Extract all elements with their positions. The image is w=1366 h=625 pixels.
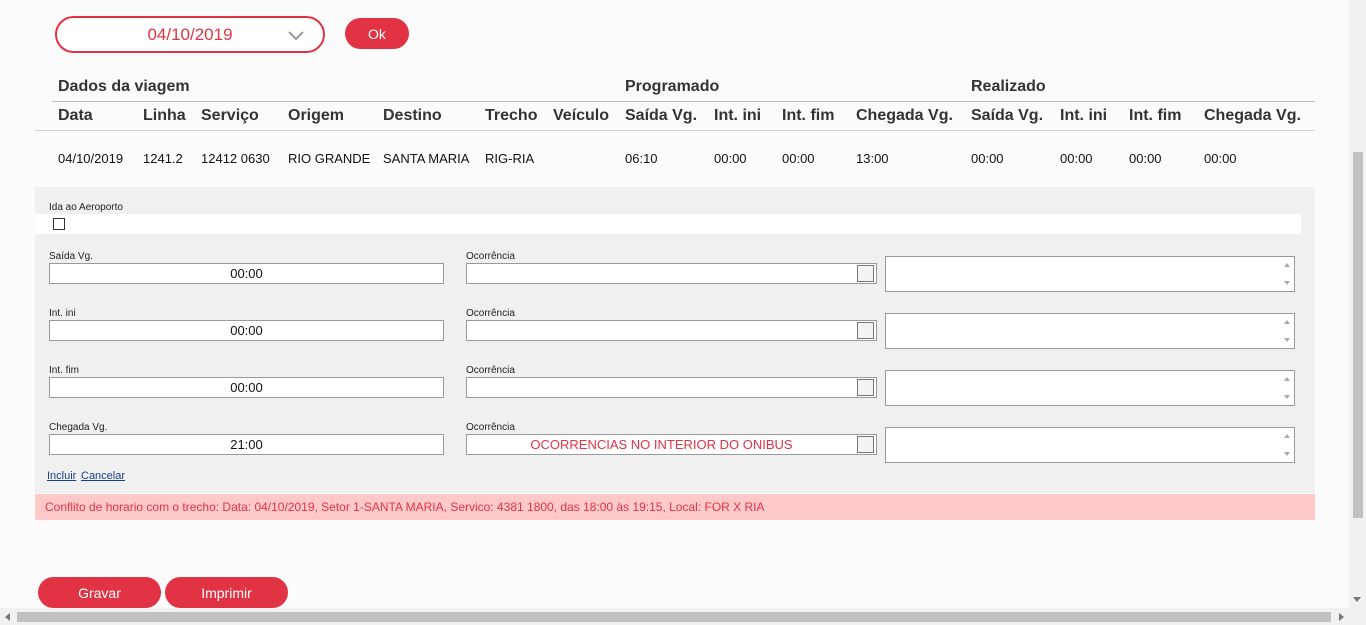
group-realizado: Realizado: [971, 78, 1046, 95]
int-fim-occurrence-lookup-button[interactable]: [857, 379, 874, 396]
col-destino: Destino: [383, 107, 442, 124]
scroll-down-icon[interactable]: [1284, 452, 1290, 456]
cell-data: 04/10/2019: [58, 151, 124, 166]
scroll-down-arrow-icon[interactable]: [1353, 597, 1361, 602]
scroll-up-icon[interactable]: [1284, 263, 1290, 267]
airport-label: Ida ao Aeroporto: [49, 202, 123, 213]
scroll-up-icon[interactable]: [1284, 377, 1290, 381]
error-message: Conflito de horario com o trecho: Data: …: [35, 494, 1315, 520]
header-divider: [52, 101, 1315, 102]
col-prog-int-ini: Int. ini: [714, 107, 762, 124]
int-fim-occurrence-value: [662, 380, 682, 395]
cell-destino: SANTA MARIA: [383, 151, 470, 166]
gravar-button[interactable]: Gravar: [38, 577, 161, 608]
int-fim-occurrence-input[interactable]: [466, 377, 877, 398]
int-fim-note-textarea[interactable]: [885, 370, 1295, 406]
vertical-scrollbar[interactable]: [1349, 0, 1366, 608]
scroll-down-icon[interactable]: [1284, 281, 1290, 285]
ok-button[interactable]: Ok: [345, 18, 409, 49]
cell-real-int-ini: 00:00: [1060, 151, 1093, 166]
int-ini-label: Int. ini: [49, 308, 76, 319]
saida-note-textarea[interactable]: [885, 256, 1295, 292]
cell-trecho: RIG-RIA: [485, 151, 535, 166]
col-real-int-fim: Int. fim: [1129, 107, 1182, 124]
int-ini-occurrence-label: Ocorrência: [466, 308, 515, 319]
cell-real-int-fim: 00:00: [1129, 151, 1162, 166]
col-origem: Origem: [288, 107, 345, 124]
int-ini-time-input[interactable]: 00:00: [49, 320, 444, 341]
cell-prog-chegada: 13:00: [856, 151, 889, 166]
int-ini-occurrence-value: [662, 323, 682, 338]
cell-linha: 1241.2: [143, 151, 183, 166]
cell-prog-saida: 06:10: [625, 151, 658, 166]
chegada-note-textarea[interactable]: [885, 427, 1295, 463]
col-prog-saida: Saída Vg.: [625, 107, 698, 124]
int-ini-occurrence-lookup-button[interactable]: [857, 322, 874, 339]
saida-label: Saída Vg.: [49, 251, 93, 262]
incluir-link[interactable]: Incluir: [47, 470, 76, 482]
int-ini-occurrence-input[interactable]: [466, 320, 877, 341]
cell-real-chegada: 00:00: [1204, 151, 1237, 166]
col-data: Data: [58, 107, 93, 124]
int-ini-note-textarea[interactable]: [885, 313, 1295, 349]
group-programado: Programado: [625, 78, 720, 95]
col-prog-int-fim: Int. fim: [782, 107, 835, 124]
saida-occurrence-value: [662, 266, 682, 281]
scroll-up-icon[interactable]: [1284, 320, 1290, 324]
col-real-chegada: Chegada Vg.: [1204, 107, 1301, 124]
int-fim-time-input[interactable]: 00:00: [49, 377, 444, 398]
horizontal-scrollbar[interactable]: [0, 608, 1366, 625]
horizontal-scrollbar-thumb[interactable]: [17, 612, 1331, 622]
chegada-occurrence-lookup-button[interactable]: [857, 436, 874, 453]
date-select-value: 04/10/2019: [147, 24, 233, 44]
scroll-right-arrow-icon[interactable]: [1339, 613, 1344, 621]
chegada-time-input[interactable]: 21:00: [49, 434, 444, 455]
cancelar-link[interactable]: Cancelar: [81, 470, 125, 482]
saida-occurrence-label: Ocorrência: [466, 251, 515, 262]
int-fim-occurrence-label: Ocorrência: [466, 365, 515, 376]
vertical-scrollbar-thumb[interactable]: [1353, 152, 1363, 518]
saida-time-input[interactable]: 00:00: [49, 263, 444, 284]
group-dados-da-viagem: Dados da viagem: [58, 78, 190, 95]
scroll-left-arrow-icon[interactable]: [5, 613, 10, 621]
col-real-saida: Saída Vg.: [971, 107, 1044, 124]
scroll-down-icon[interactable]: [1284, 338, 1290, 342]
saida-occurrence-input[interactable]: [466, 263, 877, 284]
chegada-occurrence-value: OCORRENCIAS NO INTERIOR DO ONIBUS: [530, 437, 793, 452]
chevron-down-icon: [288, 31, 304, 41]
cell-real-saida: 00:00: [971, 151, 1004, 166]
imprimir-button[interactable]: Imprimir: [165, 577, 288, 608]
col-real-int-ini: Int. ini: [1060, 107, 1108, 124]
scroll-up-icon[interactable]: [1284, 434, 1290, 438]
int-fim-label: Int. fim: [49, 365, 80, 376]
chegada-label: Chegada Vg.: [49, 422, 108, 433]
cell-prog-int-fim: 00:00: [782, 151, 815, 166]
cell-prog-int-ini: 00:00: [714, 151, 747, 166]
col-linha: Linha: [143, 107, 186, 124]
scroll-down-icon[interactable]: [1284, 395, 1290, 399]
col-veiculo: Veículo: [553, 107, 610, 124]
col-servico: Serviço: [201, 107, 259, 124]
airport-checkbox[interactable]: [53, 218, 65, 230]
chegada-occurrence-input[interactable]: OCORRENCIAS NO INTERIOR DO ONIBUS: [466, 434, 877, 455]
col-prog-chegada: Chegada Vg.: [856, 107, 953, 124]
chegada-occurrence-label: Ocorrência: [466, 422, 515, 433]
saida-occurrence-lookup-button[interactable]: [857, 265, 874, 282]
col-trecho: Trecho: [485, 107, 538, 124]
date-select[interactable]: 04/10/2019: [55, 16, 325, 53]
cell-origem: RIO GRANDE: [288, 151, 371, 166]
cell-servico: 12412 0630: [201, 151, 270, 166]
header-bottom-divider: [35, 130, 1315, 131]
airport-row: [35, 214, 1301, 234]
